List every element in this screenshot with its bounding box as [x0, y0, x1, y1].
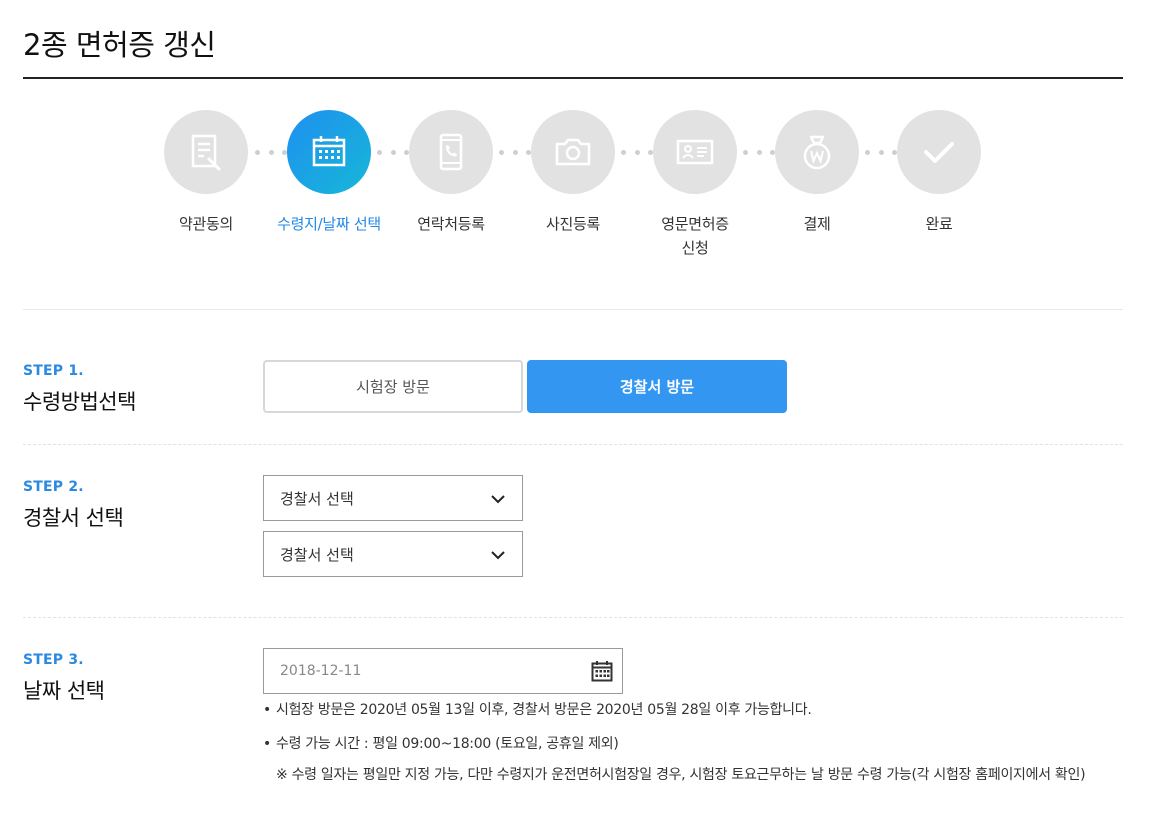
phone-icon — [439, 133, 463, 171]
document-pen-icon — [191, 134, 222, 172]
step-divider — [23, 444, 1123, 445]
step1-number: STEP 1. — [23, 363, 84, 379]
step-circle-complete — [897, 110, 981, 194]
section-divider — [23, 309, 1123, 310]
step2-number: STEP 2. — [23, 479, 84, 495]
calendar-picker-icon[interactable] — [591, 660, 613, 682]
step-label-complete: 완료 — [925, 215, 953, 233]
id-card-icon — [676, 139, 714, 165]
step-circle-contact — [409, 110, 493, 194]
camera-icon — [555, 138, 591, 166]
step-label-english-license: 영문면허증 신청 — [661, 215, 729, 257]
step-circle-date — [287, 110, 371, 194]
step3-number: STEP 3. — [23, 652, 84, 668]
step-label-payment: 결제 — [803, 215, 831, 233]
step-circle-english-license — [653, 110, 737, 194]
step-circle-payment — [775, 110, 859, 194]
date-input[interactable]: 2018-12-11 — [263, 648, 623, 694]
date-note-2: • 수령 가능 시간 : 평일 09:00~18:00 (토요일, 공휴일 제외) — [263, 733, 619, 753]
step2-title: 경찰서 선택 — [23, 506, 124, 530]
select-value: 경찰서 선택 — [280, 545, 354, 564]
step-label-contact: 연락처등록 — [417, 215, 485, 233]
note-text: 수령 가능 시간 : 평일 09:00~18:00 (토요일, 공휴일 제외) — [276, 736, 619, 752]
police-station-select-1[interactable]: 경찰서 선택 — [263, 475, 523, 521]
progress-steps: 약관동의 수령지/날짜 선택 연락처등록 사진등록 영문면허증 신청 결제 완료 — [0, 0, 1158, 280]
step1-title: 수령방법선택 — [23, 390, 136, 414]
money-bag-icon — [803, 135, 831, 170]
calendar-icon — [312, 136, 346, 167]
date-sub-note: ※ 수령 일자는 평일만 지정 가능, 다만 수령지가 운전면허시험장일 경우,… — [276, 767, 1086, 783]
date-value: 2018-12-11 — [280, 663, 362, 679]
bullet: • — [263, 702, 271, 718]
step-label-photo: 사진등록 — [545, 215, 600, 233]
step-circle-photo — [531, 110, 615, 194]
note-text: 시험장 방문은 2020년 05월 13일 이후, 경찰서 방문은 2020년 … — [276, 702, 812, 718]
step-label-terms: 약관동의 — [178, 215, 233, 233]
date-note-1: • 시험장 방문은 2020년 05월 13일 이후, 경찰서 방문은 2020년… — [263, 699, 812, 719]
select-value: 경찰서 선택 — [280, 489, 354, 508]
police-station-visit-button[interactable]: 경찰서 방문 — [527, 360, 787, 413]
step-circle-terms — [164, 110, 248, 194]
check-icon — [924, 142, 954, 163]
step-label-date: 수령지/날짜 선택 — [277, 215, 381, 233]
police-station-select-2[interactable]: 경찰서 선택 — [263, 531, 523, 577]
chevron-down-icon — [491, 495, 505, 504]
chevron-down-icon — [491, 551, 505, 560]
bullet: • — [263, 736, 271, 752]
test-site-visit-button[interactable]: 시험장 방문 — [263, 360, 523, 413]
step3-title: 날짜 선택 — [23, 679, 105, 703]
step-divider — [23, 617, 1123, 618]
